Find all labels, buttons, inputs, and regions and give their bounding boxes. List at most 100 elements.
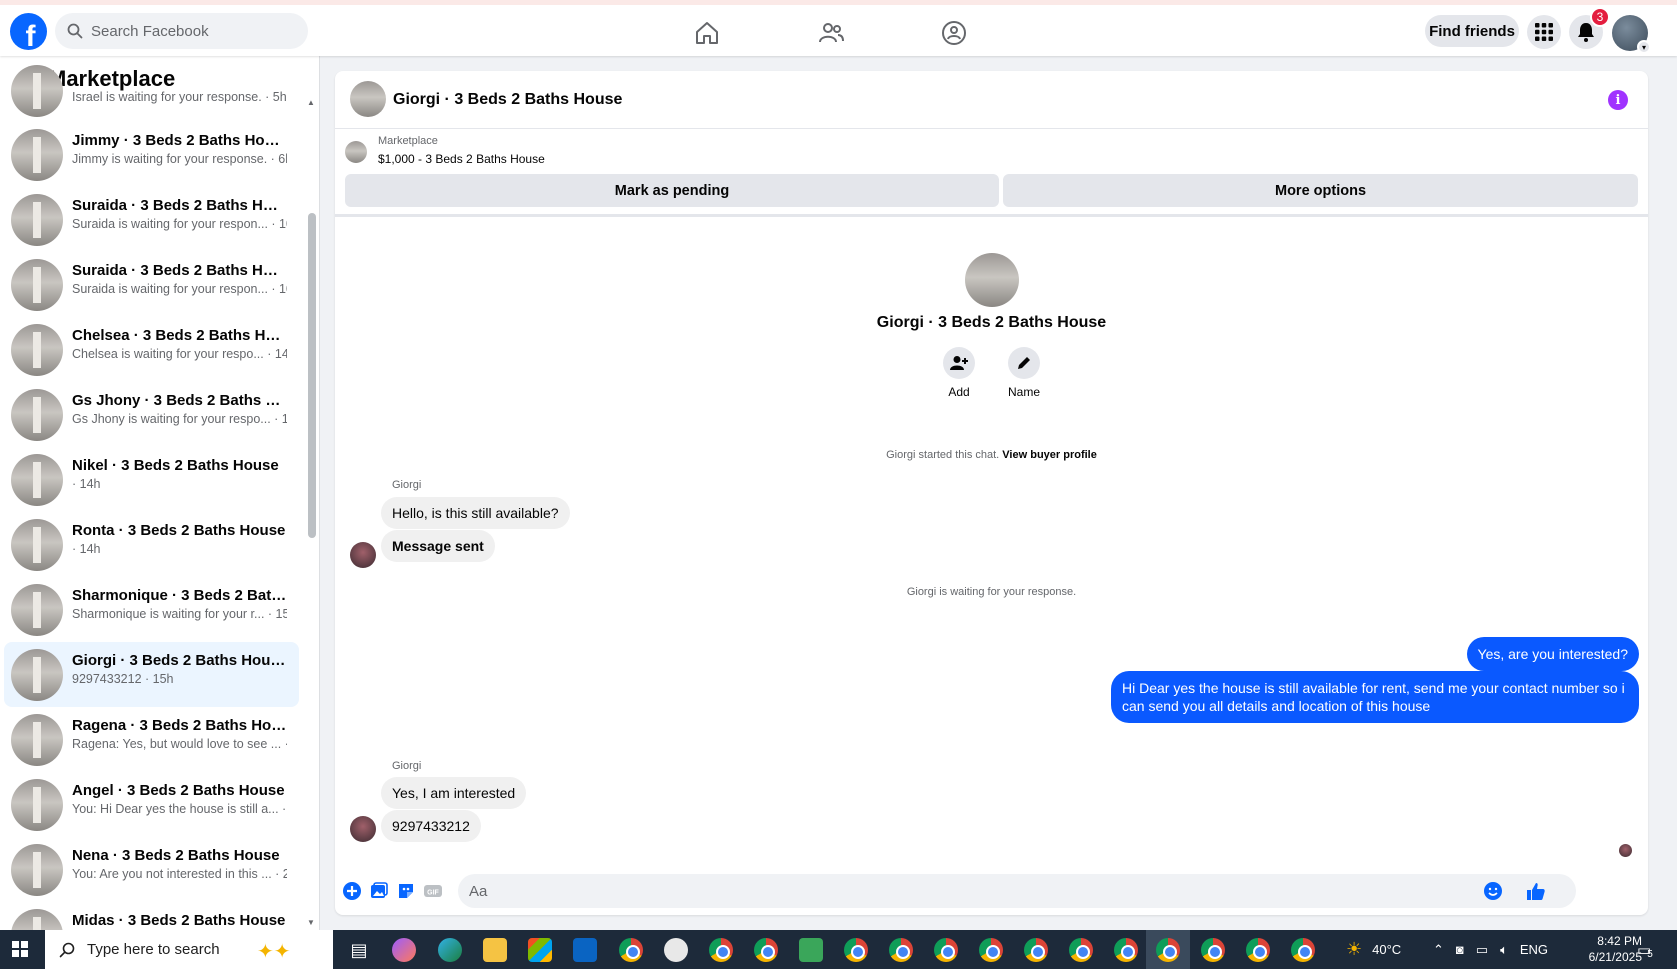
- thumbs-up-icon[interactable]: [1525, 880, 1547, 902]
- gif-icon[interactable]: GIF: [423, 881, 443, 901]
- chrome-icon[interactable]: [1114, 938, 1138, 962]
- search-input[interactable]: Search Facebook: [55, 13, 308, 49]
- add-button[interactable]: Add: [934, 347, 984, 399]
- message-input[interactable]: Aa: [458, 874, 1576, 908]
- search-icon: [67, 23, 83, 39]
- plus-circle-icon[interactable]: [342, 881, 362, 901]
- paint-icon[interactable]: [664, 938, 688, 962]
- chat-avatar[interactable]: [350, 81, 386, 117]
- chrome-icon[interactable]: [1246, 938, 1270, 962]
- emoji-icon[interactable]: [1483, 881, 1503, 901]
- conversation-item[interactable]: Israel is waiting for your response. · 5…: [4, 65, 299, 122]
- chevron-up-icon[interactable]: ⌃: [1433, 942, 1444, 958]
- outgoing-message: Yes, are you interested?: [1466, 637, 1639, 671]
- chrome-icon[interactable]: [754, 938, 778, 962]
- scroll-down-arrow-icon[interactable]: ▼: [306, 918, 316, 927]
- more-options-button[interactable]: More options: [1003, 174, 1638, 207]
- clock[interactable]: 8:42 PM 6/21/2025: [1562, 933, 1642, 965]
- conversation-item-active[interactable]: Giorgi · 3 Beds 2 Baths House 9297433212 …: [4, 642, 299, 707]
- camera-icon[interactable]: ◙: [1456, 942, 1464, 957]
- conversation-item[interactable]: Ragena · 3 Beds 2 Baths House Ragena: Yes…: [4, 707, 299, 772]
- notification-badge: 3: [1590, 7, 1610, 27]
- sticker-icon[interactable]: [396, 881, 416, 901]
- windows-start-icon[interactable]: [12, 941, 28, 957]
- chrome-icon[interactable]: [1069, 938, 1093, 962]
- home-icon[interactable]: [694, 20, 720, 46]
- sidebar-scroll-thumb[interactable]: [308, 213, 316, 538]
- listing-thumbnail: [11, 128, 63, 181]
- page-scrollbar[interactable]: [1663, 56, 1677, 930]
- photo-icon[interactable]: [369, 881, 389, 901]
- notification-center-button[interactable]: ▭ 5: [1637, 930, 1653, 969]
- menu-grid-button[interactable]: [1527, 15, 1561, 49]
- file-explorer-icon[interactable]: [483, 938, 507, 962]
- language-indicator[interactable]: ENG: [1520, 942, 1548, 957]
- chrome-icon[interactable]: [889, 938, 913, 962]
- conversation-item[interactable]: Suraida · 3 Beds 2 Baths House Suraida is…: [4, 252, 299, 317]
- store-icon[interactable]: [528, 938, 552, 962]
- find-friends-label: Find friends: [1429, 22, 1515, 40]
- chrome-icon[interactable]: [1156, 938, 1180, 962]
- friends-icon[interactable]: [818, 20, 844, 46]
- conversation-preview: Sharmonique is waiting for your r... · 1…: [72, 607, 287, 621]
- conversation-preview: You: Are you not interested in this ... …: [72, 867, 287, 881]
- conversation-item[interactable]: Gs Jhony · 3 Beds 2 Baths House Gs Jhony …: [4, 382, 299, 447]
- chrome-icon[interactable]: [934, 938, 958, 962]
- conversation-item[interactable]: Jimmy · 3 Beds 2 Baths House Jimmy is wai…: [4, 122, 299, 187]
- facebook-logo[interactable]: f: [10, 13, 47, 50]
- name-button[interactable]: Name: [999, 347, 1049, 399]
- chrome-icon[interactable]: [619, 938, 643, 962]
- conversation-name: Midas · 3 Beds 2 Baths House: [72, 912, 286, 929]
- network-icon[interactable]: ▭: [1476, 942, 1488, 958]
- chrome-icon[interactable]: [1201, 938, 1225, 962]
- chrome-icon[interactable]: [709, 938, 733, 962]
- view-buyer-profile-link[interactable]: View buyer profile: [1002, 449, 1097, 461]
- conversation-item[interactable]: Suraida · 3 Beds 2 Baths House Suraida is…: [4, 187, 299, 252]
- conversation-preview: Suraida is waiting for your respon... · …: [72, 282, 287, 296]
- weather-widget[interactable]: ☀ 40°C: [1346, 930, 1401, 969]
- sender-avatar[interactable]: [350, 816, 376, 842]
- conversation-name: Angel · 3 Beds 2 Baths House: [72, 782, 285, 799]
- listing-price-title: $1,000 - 3 Beds 2 Baths House: [378, 152, 545, 166]
- conversation-item[interactable]: Chelsea · 3 Beds 2 Baths House Chelsea is…: [4, 317, 299, 382]
- listing-thumbnail: [11, 323, 63, 376]
- conversation-item[interactable]: Midas · 3 Beds 2 Baths House: [4, 902, 299, 930]
- conversation-name: Sharmonique · 3 Beds 2 Baths H...: [72, 587, 287, 604]
- add-person-icon: [950, 356, 968, 370]
- mark-as-pending-button[interactable]: Mark as pending: [345, 174, 999, 207]
- seen-indicator-avatar: [1619, 844, 1632, 857]
- spreadsheet-icon[interactable]: [799, 938, 823, 962]
- conversation-item[interactable]: Sharmonique · 3 Beds 2 Baths H... Sharmon…: [4, 577, 299, 642]
- edge-icon[interactable]: [438, 938, 462, 962]
- sender-avatar[interactable]: [350, 542, 376, 568]
- groups-icon[interactable]: [941, 20, 967, 46]
- copilot-icon[interactable]: [392, 938, 416, 962]
- profile-avatar[interactable]: ▾: [1612, 15, 1651, 54]
- scroll-up-arrow-icon[interactable]: ▲: [306, 98, 316, 107]
- chat-title[interactable]: Giorgi · 3 Beds 2 Baths House: [393, 91, 622, 109]
- add-label: Add: [948, 385, 970, 399]
- conversation-name: Gs Jhony · 3 Beds 2 Baths House: [72, 392, 287, 409]
- listing-thumbnail: [11, 193, 63, 246]
- find-friends-button[interactable]: Find friends: [1425, 15, 1519, 47]
- chevron-down-icon: ▾: [1637, 40, 1651, 54]
- conversation-item[interactable]: Nena · 3 Beds 2 Baths House You: Are you …: [4, 837, 299, 902]
- conversation-item[interactable]: Angel · 3 Beds 2 Baths House You: Hi Dear…: [4, 772, 299, 837]
- conversation-item[interactable]: Nikel · 3 Beds 2 Baths House · 14h: [4, 447, 299, 512]
- chrome-icon[interactable]: [1291, 938, 1315, 962]
- outlook-icon[interactable]: [573, 938, 597, 962]
- conversation-item[interactable]: Ronta · 3 Beds 2 Baths House · 14h: [4, 512, 299, 577]
- taskbar-search-placeholder: Type here to search: [87, 941, 220, 958]
- sidebar-scrollbar[interactable]: ▲ ▼: [306, 96, 316, 930]
- task-view-icon[interactable]: ▤: [347, 938, 371, 962]
- taskbar-search[interactable]: Type here to search ✦✦: [45, 930, 333, 969]
- volume-icon[interactable]: 🔈︎: [1500, 942, 1508, 958]
- chrome-icon[interactable]: [979, 938, 1003, 962]
- conversation-list: Israel is waiting for your response. · 5…: [0, 65, 300, 930]
- chrome-icon[interactable]: [844, 938, 868, 962]
- listing-thumbnail: [11, 65, 63, 117]
- chrome-icon[interactable]: [1024, 938, 1048, 962]
- chat-started-notice: Giorgi started this chat. View buyer pro…: [335, 449, 1648, 461]
- conversation-name: Ragena · 3 Beds 2 Baths House: [72, 717, 287, 734]
- info-icon[interactable]: i: [1608, 90, 1628, 110]
